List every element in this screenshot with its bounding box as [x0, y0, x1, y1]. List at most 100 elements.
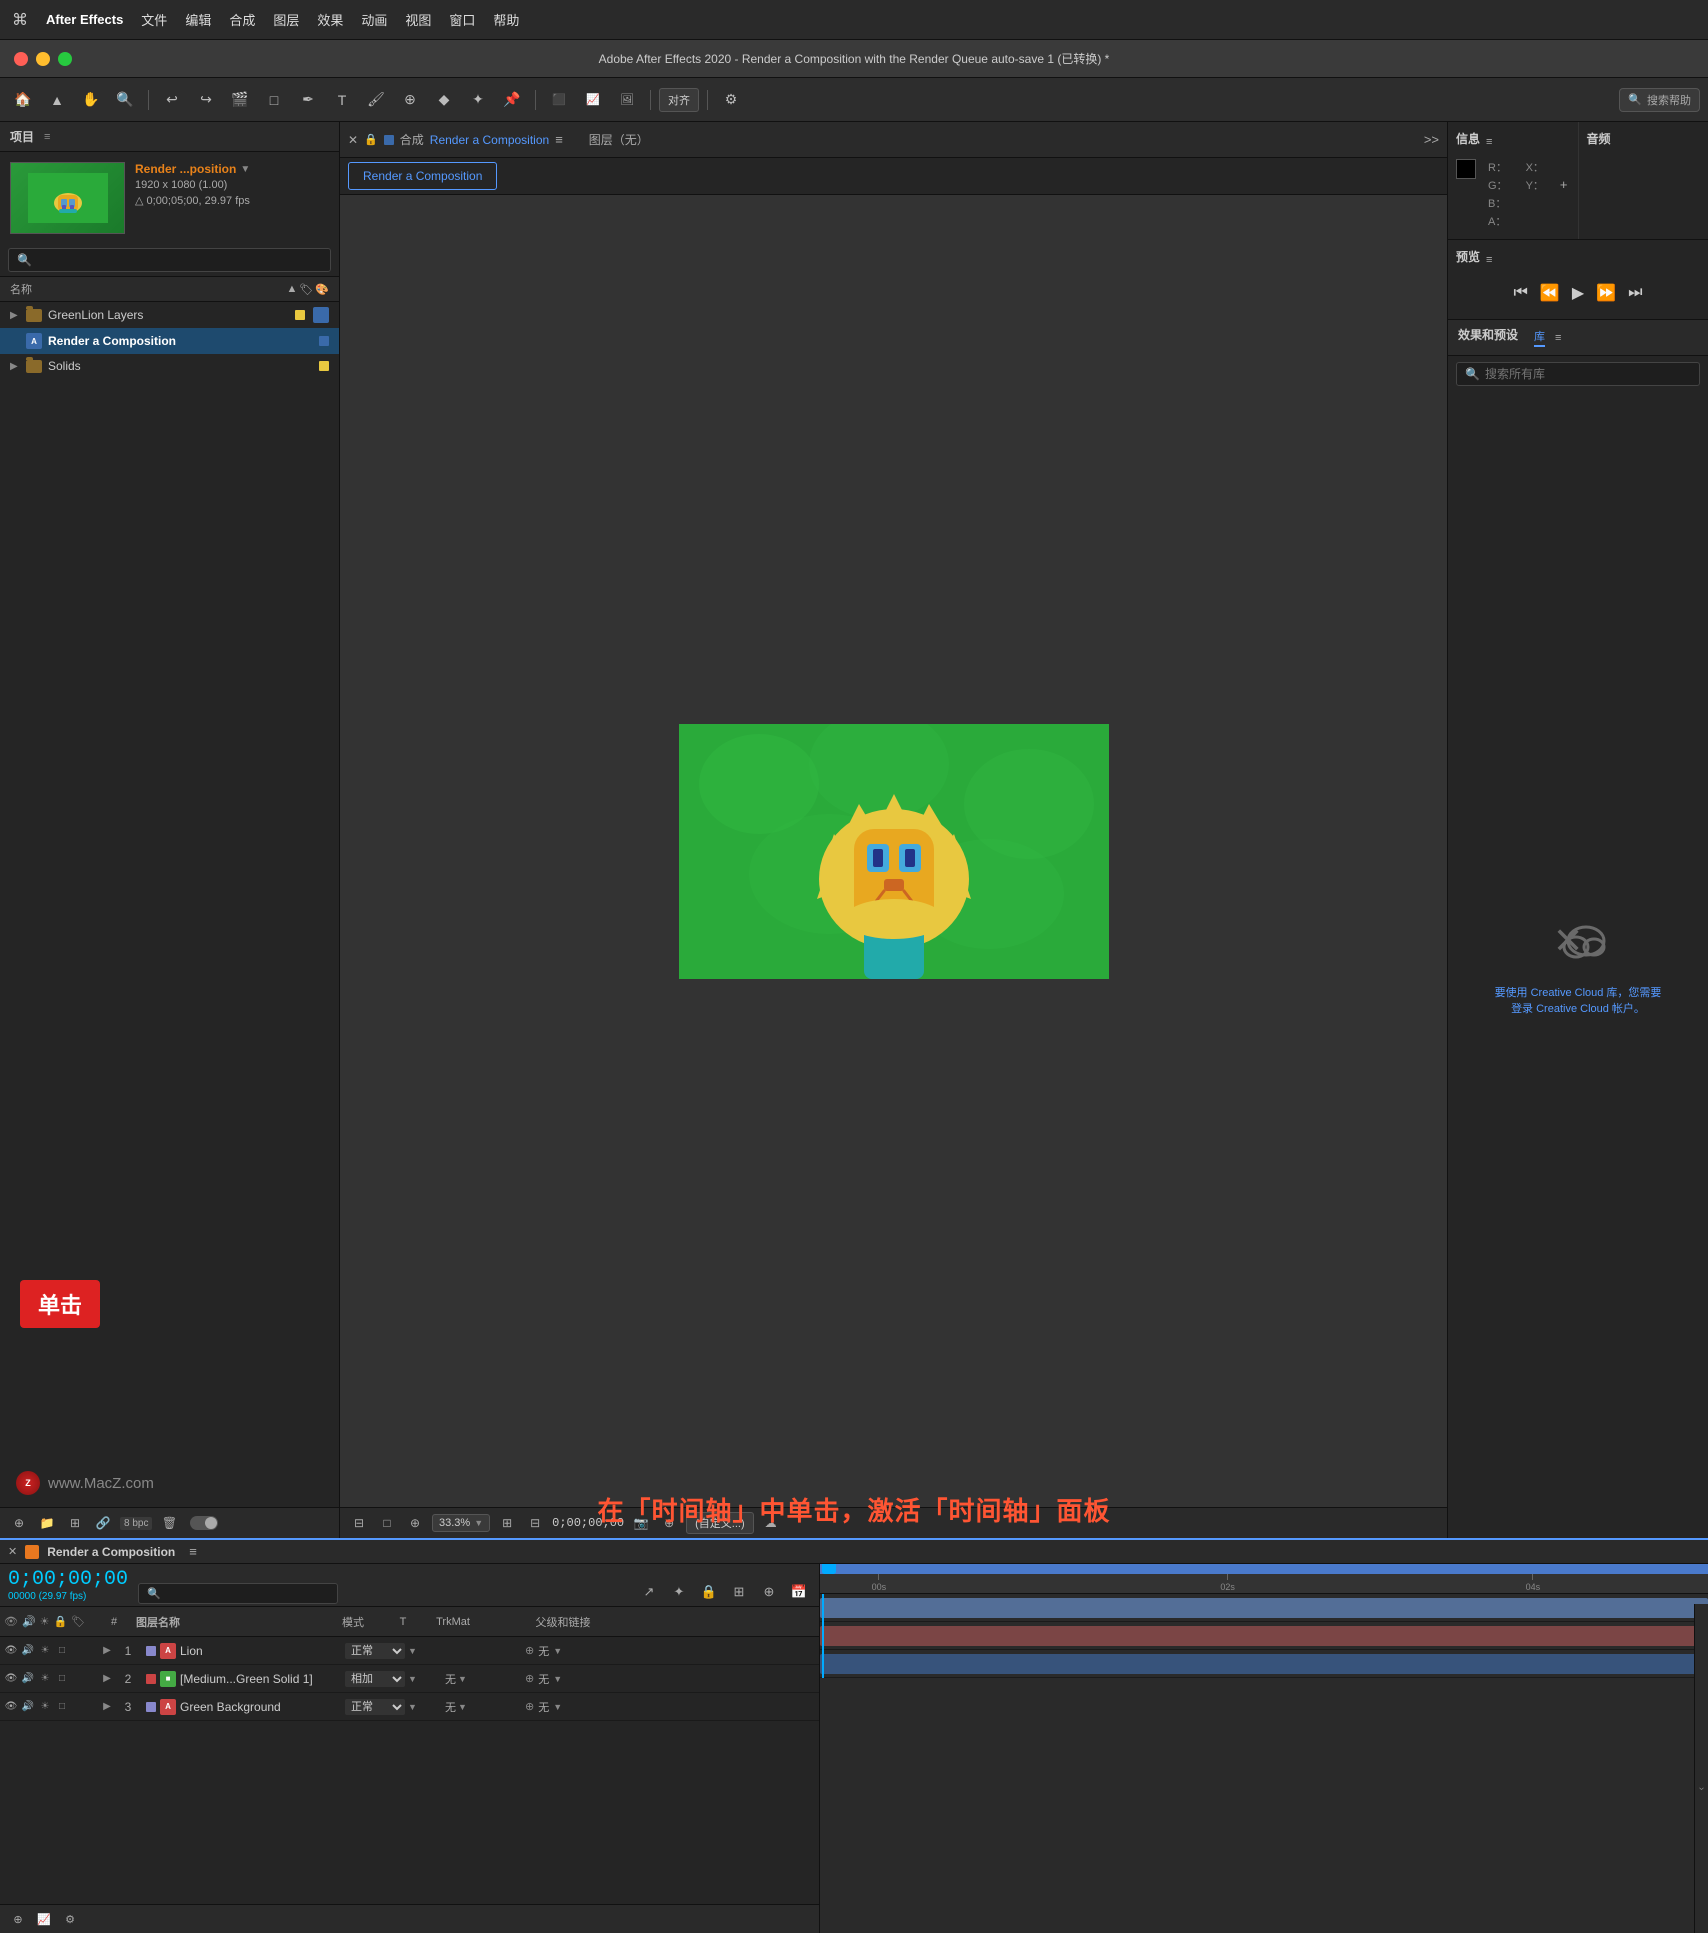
library-tab[interactable]: 库 — [1534, 328, 1545, 347]
preview-menu-icon[interactable]: ≡ — [1486, 254, 1492, 266]
layer-audio-button[interactable]: 🔊 — [21, 1644, 35, 1658]
expand-arrows-button[interactable]: >> — [1424, 132, 1439, 147]
table-row[interactable]: 👁 🔊 ☀ □ ▶ 1 A Lion 正常 ▼ — [0, 1637, 819, 1665]
layer-lock-button[interactable]: □ — [55, 1644, 69, 1658]
mask-btn[interactable]: ⬛ — [544, 86, 574, 114]
layer-eye-button[interactable]: 👁 — [4, 1672, 18, 1686]
comp-lock-icon[interactable]: 🔒 — [364, 133, 378, 146]
graph-btn[interactable]: 📈 — [578, 86, 608, 114]
apple-logo-icon[interactable]: ⌘ — [12, 10, 28, 30]
comp-hamburger-icon[interactable]: ≡ — [555, 132, 563, 147]
settings-btn[interactable]: ⚙ — [716, 86, 746, 114]
list-item[interactable]: ▶ Solids — [0, 354, 339, 378]
camera-button[interactable]: 🎬 — [225, 86, 255, 114]
table-row[interactable]: 👁 🔊 ☀ □ ▶ 2 ■ [Medium...Green Solid 1] 相… — [0, 1665, 819, 1693]
zoom-tool[interactable]: 🔍 — [110, 86, 140, 114]
timeline-search-input[interactable] — [165, 1588, 329, 1600]
hand-tool[interactable]: ✋ — [76, 86, 106, 114]
color-swatch[interactable] — [1456, 159, 1476, 179]
layer-mode-control[interactable]: 正常 ▼ — [345, 1699, 425, 1715]
close-button[interactable] — [14, 52, 28, 66]
preview-first-btn[interactable]: ⏮ — [1514, 284, 1528, 302]
layer-mode-dropdown[interactable]: 正常 — [345, 1699, 405, 1715]
menu-item-layer[interactable]: 图层 — [273, 10, 299, 29]
comp-tab-render[interactable]: Render a Composition — [348, 162, 497, 190]
tl-btn-link[interactable]: ↗ — [637, 1580, 661, 1604]
layer-expand-icon[interactable]: ▶ — [100, 1645, 114, 1656]
layer-mode-dropdown[interactable]: 正常 — [345, 1643, 405, 1659]
search-help-bar[interactable]: 🔍 搜索帮助 — [1619, 88, 1700, 112]
tl-btn-star[interactable]: ✦ — [667, 1580, 691, 1604]
track-row-3[interactable] — [820, 1650, 1708, 1678]
sort-color-icon[interactable]: 🎨 — [315, 283, 329, 296]
track-bar-layer2[interactable] — [820, 1626, 1708, 1646]
layer-mode-control[interactable]: 相加 ▼ — [345, 1671, 425, 1687]
menu-item-help[interactable]: 帮助 — [493, 10, 519, 29]
shape-tool[interactable]: ◆ — [429, 86, 459, 114]
tl-btn-lock[interactable]: 🔒 — [697, 1580, 721, 1604]
menu-item-composition[interactable]: 合成 — [229, 10, 255, 29]
track-row-1[interactable] — [820, 1594, 1708, 1622]
timeline-timecode-display[interactable]: 0;00;00;00 — [8, 1568, 128, 1591]
maximize-button[interactable] — [58, 52, 72, 66]
layer-mode-dropdown[interactable]: 相加 — [345, 1671, 405, 1687]
clone-tool[interactable]: ⊕ — [395, 86, 425, 114]
sort-tags-icon[interactable]: 🏷 — [299, 283, 313, 296]
layer-solo-button[interactable]: ☀ — [38, 1700, 52, 1714]
layer-mode-control[interactable]: 正常 ▼ — [345, 1643, 425, 1659]
info-menu-icon[interactable]: ≡ — [1486, 136, 1492, 148]
tl-btn-grid[interactable]: ⊞ — [727, 1580, 751, 1604]
tl-btn-calendar[interactable]: 📅 — [787, 1580, 811, 1604]
timeline-menu-icon[interactable]: ≡ — [189, 1544, 197, 1559]
effects-menu-icon[interactable]: ≡ — [1555, 332, 1561, 344]
tl-add-marker[interactable]: ⊕ — [8, 1909, 28, 1929]
table-row[interactable]: 👁 🔊 ☀ □ ▶ 3 A Green Background 正常 ▼ — [0, 1693, 819, 1721]
effects-search-bar[interactable]: 🔍 — [1456, 362, 1700, 386]
puppet-tool[interactable]: ✦ — [463, 86, 493, 114]
list-item[interactable]: ▶ GreenLion Layers — [0, 302, 339, 328]
redo-button[interactable]: ↪ — [191, 86, 221, 114]
timeline-close-button[interactable]: ✕ — [8, 1545, 17, 1558]
menu-item-view[interactable]: 视图 — [405, 10, 431, 29]
layer-eye-button[interactable]: 👁 — [4, 1700, 18, 1714]
timeline-panel[interactable]: ✕ Render a Composition ≡ 0;00;00;00 0000… — [0, 1538, 1708, 1933]
effects-search-input[interactable] — [1485, 367, 1691, 381]
tl-graph[interactable]: 📈 — [34, 1909, 54, 1929]
project-dropdown-icon[interactable]: ▼ — [240, 164, 250, 175]
timeline-search-bar[interactable]: 🔍 — [138, 1583, 338, 1604]
pin-tool[interactable]: 📌 — [497, 86, 527, 114]
layer-solo-button[interactable]: ☀ — [38, 1644, 52, 1658]
arrow-tool[interactable]: ▲ — [42, 86, 72, 114]
tl-settings[interactable]: ⚙ — [60, 1909, 80, 1929]
timeline-collapse-handle[interactable]: › — [1694, 1604, 1708, 1933]
layer-audio-button[interactable]: 🔊 — [21, 1700, 35, 1714]
timeline-tracks[interactable] — [820, 1594, 1708, 1933]
menu-item-edit[interactable]: 编辑 — [185, 10, 211, 29]
layer-solo-button[interactable]: ☀ — [38, 1672, 52, 1686]
menu-item-animation[interactable]: 动画 — [361, 10, 387, 29]
rect-tool[interactable]: □ — [259, 86, 289, 114]
text-tool[interactable]: T — [327, 86, 357, 114]
project-thumbnail[interactable] — [10, 162, 125, 234]
menu-item-effects[interactable]: 效果 — [317, 10, 343, 29]
preview-last-btn[interactable]: ⏭ — [1628, 284, 1642, 302]
preview-prev-btn[interactable]: ⏪ — [1540, 283, 1560, 303]
track-row-2[interactable] — [820, 1622, 1708, 1650]
composition-viewer[interactable] — [340, 195, 1447, 1507]
menu-item-window[interactable]: 窗口 — [449, 10, 475, 29]
track-bar-layer3[interactable] — [820, 1654, 1708, 1674]
layer-lock-button[interactable]: □ — [55, 1672, 69, 1686]
layer-expand-icon[interactable]: ▶ — [100, 1673, 114, 1684]
layer-eye-button[interactable]: 👁 — [4, 1644, 18, 1658]
sort-up-icon[interactable]: ▲ — [286, 283, 297, 296]
project-search-input[interactable] — [37, 253, 322, 267]
menu-item-file[interactable]: 文件 — [141, 10, 167, 29]
home-button[interactable]: 🏠 — [8, 86, 38, 114]
layer-expand-icon[interactable]: ▶ — [100, 1701, 114, 1712]
preview-play-btn[interactable]: ▶ — [1572, 283, 1584, 303]
undo-button[interactable]: ↩ — [157, 86, 187, 114]
list-item[interactable]: A Render a Composition — [0, 328, 339, 354]
comp-close-button[interactable]: ✕ — [348, 133, 358, 147]
pen-tool[interactable]: ✒ — [293, 86, 323, 114]
project-search-bar[interactable]: 🔍 — [8, 248, 331, 272]
